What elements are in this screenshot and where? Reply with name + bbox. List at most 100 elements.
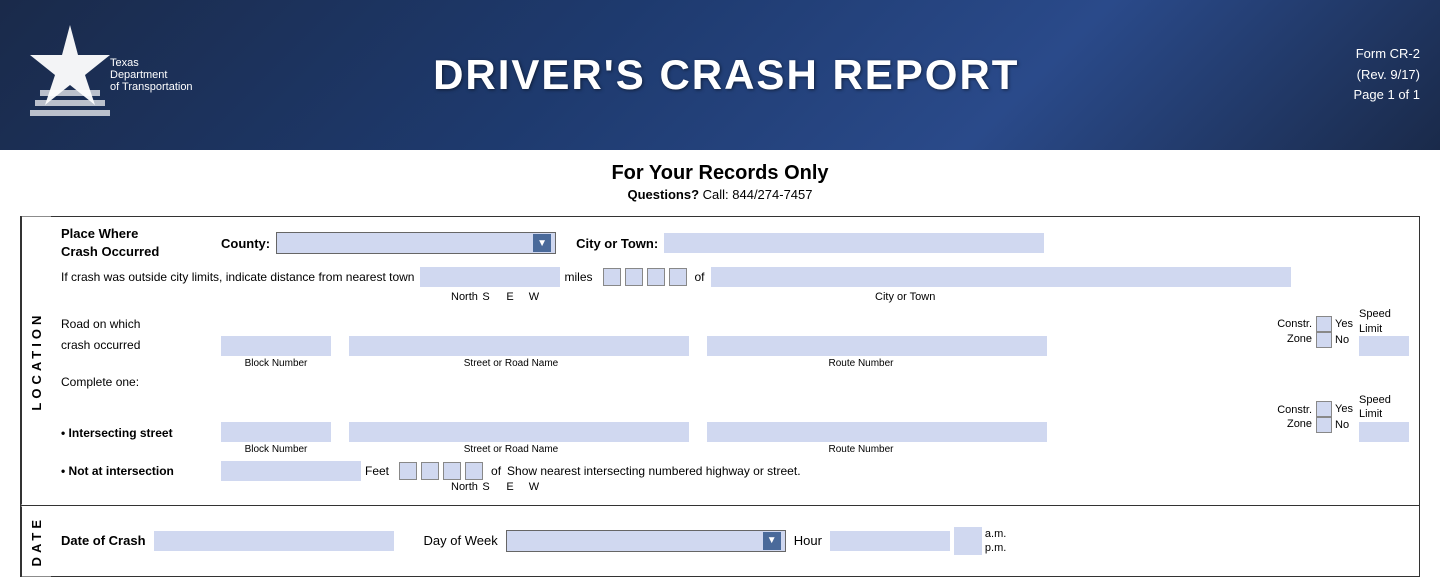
road-route-number-field bbox=[707, 336, 1269, 356]
am-item: a.m. bbox=[954, 527, 1006, 541]
int-no-item: No bbox=[1316, 417, 1353, 433]
location-section: LOCATION Place Where Crash Occurred Coun… bbox=[21, 217, 1419, 506]
date-section-content: Date of Crash Day of Week ▼ Hour a.m. bbox=[51, 506, 1419, 576]
road-block-number-sublabel: Block Number bbox=[221, 358, 331, 369]
location-section-label: LOCATION bbox=[21, 217, 51, 505]
county-label: County: bbox=[221, 236, 270, 251]
date-section-label: DATE bbox=[21, 506, 51, 576]
subheader-title: For Your Records Only bbox=[0, 162, 1440, 185]
logo-dept-line3: of Transportation bbox=[110, 81, 193, 93]
s-dir-label: S bbox=[475, 291, 497, 303]
int-no-label: No bbox=[1335, 419, 1349, 431]
int-constr-speed-box: Constr. Zone Yes No bbox=[1277, 393, 1409, 442]
int-yes-label: Yes bbox=[1335, 403, 1353, 415]
north-dir-label: North bbox=[451, 291, 473, 303]
road-speed-limit-input[interactable] bbox=[1359, 336, 1409, 356]
am-box[interactable] bbox=[954, 527, 982, 541]
road-label: Road on which crash occurred bbox=[61, 317, 140, 352]
int-yes-no-stack: Yes No bbox=[1316, 401, 1353, 433]
of-label: of bbox=[695, 270, 705, 284]
distance-input[interactable] bbox=[420, 267, 560, 287]
road-speed-limit-label: Speed Limit bbox=[1359, 307, 1391, 336]
date-row: Date of Crash Day of Week ▼ Hour a.m. bbox=[61, 527, 1409, 555]
int-route-number-field bbox=[707, 422, 1269, 442]
form-info-line3: Page 1 of 1 bbox=[1260, 85, 1420, 106]
header-form-info: Form CR-2 (Rev. 9/17) Page 1 of 1 bbox=[1260, 44, 1420, 106]
s-checkbox[interactable] bbox=[625, 268, 643, 286]
int-yes-checkbox[interactable] bbox=[1316, 401, 1332, 417]
not-int-of-label: of bbox=[491, 464, 501, 478]
int-yes-item: Yes bbox=[1316, 401, 1353, 417]
road-route-number-input[interactable] bbox=[707, 336, 1047, 356]
road-route-number-sublabel: Route Number bbox=[691, 358, 1031, 369]
not-int-w-dir-label: W bbox=[523, 481, 545, 493]
city-or-town-label: City or Town: bbox=[576, 236, 658, 251]
not-int-north-checkbox[interactable] bbox=[399, 462, 417, 480]
report-title: DRIVER'S CRASH REPORT bbox=[193, 51, 1260, 99]
place-crash-title: Place Where Crash Occurred bbox=[61, 225, 221, 261]
ampm-stack: a.m. p.m. bbox=[954, 527, 1006, 555]
location-section-content: Place Where Crash Occurred County: ▼ Cit… bbox=[51, 217, 1419, 505]
city-or-town-input[interactable] bbox=[664, 233, 1044, 253]
date-of-crash-label: Date of Crash bbox=[61, 533, 146, 548]
int-street-name-sublabel: Street or Road Name bbox=[341, 444, 681, 455]
not-intersection-label: • Not at intersection bbox=[61, 464, 174, 478]
road-no-checkbox[interactable] bbox=[1316, 332, 1332, 348]
form-container: LOCATION Place Where Crash Occurred Coun… bbox=[20, 216, 1420, 577]
pm-label: p.m. bbox=[985, 542, 1006, 554]
not-int-s-dir-label: S bbox=[475, 481, 497, 493]
header-title-area: DRIVER'S CRASH REPORT bbox=[193, 51, 1260, 99]
intersecting-street-label: • Intersecting street bbox=[61, 426, 173, 440]
int-speed-limit-input[interactable] bbox=[1359, 422, 1409, 442]
not-int-w-checkbox[interactable] bbox=[465, 462, 483, 480]
int-no-checkbox[interactable] bbox=[1316, 417, 1332, 433]
date-section: DATE Date of Crash Day of Week ▼ Hour a.… bbox=[21, 506, 1419, 576]
road-yes-label: Yes bbox=[1335, 318, 1353, 330]
form-info-line2: (Rev. 9/17) bbox=[1260, 65, 1420, 86]
day-of-week-label: Day of Week bbox=[424, 533, 498, 548]
header-logo: Texas Department of Transportation bbox=[20, 20, 193, 130]
road-yes-item: Yes bbox=[1316, 316, 1353, 332]
day-of-week-dropdown[interactable]: ▼ bbox=[506, 530, 786, 552]
miles-label: miles bbox=[564, 270, 592, 284]
w-checkbox[interactable] bbox=[669, 268, 687, 286]
int-speed-limit-label: Speed Limit bbox=[1359, 393, 1391, 422]
int-route-number-input[interactable] bbox=[707, 422, 1047, 442]
road-yes-no-stack: Yes No bbox=[1316, 316, 1353, 348]
date-of-crash-input[interactable] bbox=[154, 531, 394, 551]
road-street-name-input[interactable] bbox=[349, 336, 689, 356]
questions-value: Call: 844/274-7457 bbox=[703, 187, 813, 202]
pm-box[interactable] bbox=[954, 541, 982, 555]
county-dropdown-arrow[interactable]: ▼ bbox=[533, 234, 551, 252]
road-speed-section: Speed Limit bbox=[1359, 307, 1409, 356]
page-header: Texas Department of Transportation DRIVE… bbox=[0, 0, 1440, 150]
road-no-label: No bbox=[1335, 334, 1349, 346]
e-dir-label: E bbox=[499, 291, 521, 303]
not-int-distance-input[interactable] bbox=[221, 461, 361, 481]
county-dropdown[interactable]: ▼ bbox=[276, 232, 556, 254]
int-block-number-input[interactable] bbox=[221, 422, 331, 442]
day-of-week-dropdown-arrow[interactable]: ▼ bbox=[763, 532, 781, 550]
am-label: a.m. bbox=[985, 528, 1006, 540]
not-int-s-checkbox[interactable] bbox=[421, 462, 439, 480]
north-checkbox[interactable] bbox=[603, 268, 621, 286]
not-int-e-dir-label: E bbox=[499, 481, 521, 493]
road-block-number-input[interactable] bbox=[221, 336, 331, 356]
form-info-line1: Form CR-2 bbox=[1260, 44, 1420, 65]
int-street-name-field bbox=[349, 422, 689, 442]
int-street-name-input[interactable] bbox=[349, 422, 689, 442]
int-block-number-field bbox=[221, 422, 331, 442]
road-street-name-sublabel: Street or Road Name bbox=[341, 358, 681, 369]
show-nearest-label: Show nearest intersecting numbered highw… bbox=[507, 464, 1409, 478]
road-street-name-field bbox=[349, 336, 689, 356]
outside-city-text: If crash was outside city limits, indica… bbox=[61, 270, 414, 284]
not-int-e-checkbox[interactable] bbox=[443, 462, 461, 480]
road-yes-checkbox[interactable] bbox=[1316, 316, 1332, 332]
e-checkbox[interactable] bbox=[647, 268, 665, 286]
road-constr-zone-label: Constr. Zone bbox=[1277, 317, 1312, 346]
not-int-north-dir-label: North bbox=[451, 481, 473, 493]
nearest-town-input[interactable] bbox=[711, 267, 1291, 287]
city-or-town-sub-label: City or Town bbox=[875, 291, 935, 303]
hour-input[interactable] bbox=[830, 531, 950, 551]
feet-label: Feet bbox=[365, 464, 389, 478]
